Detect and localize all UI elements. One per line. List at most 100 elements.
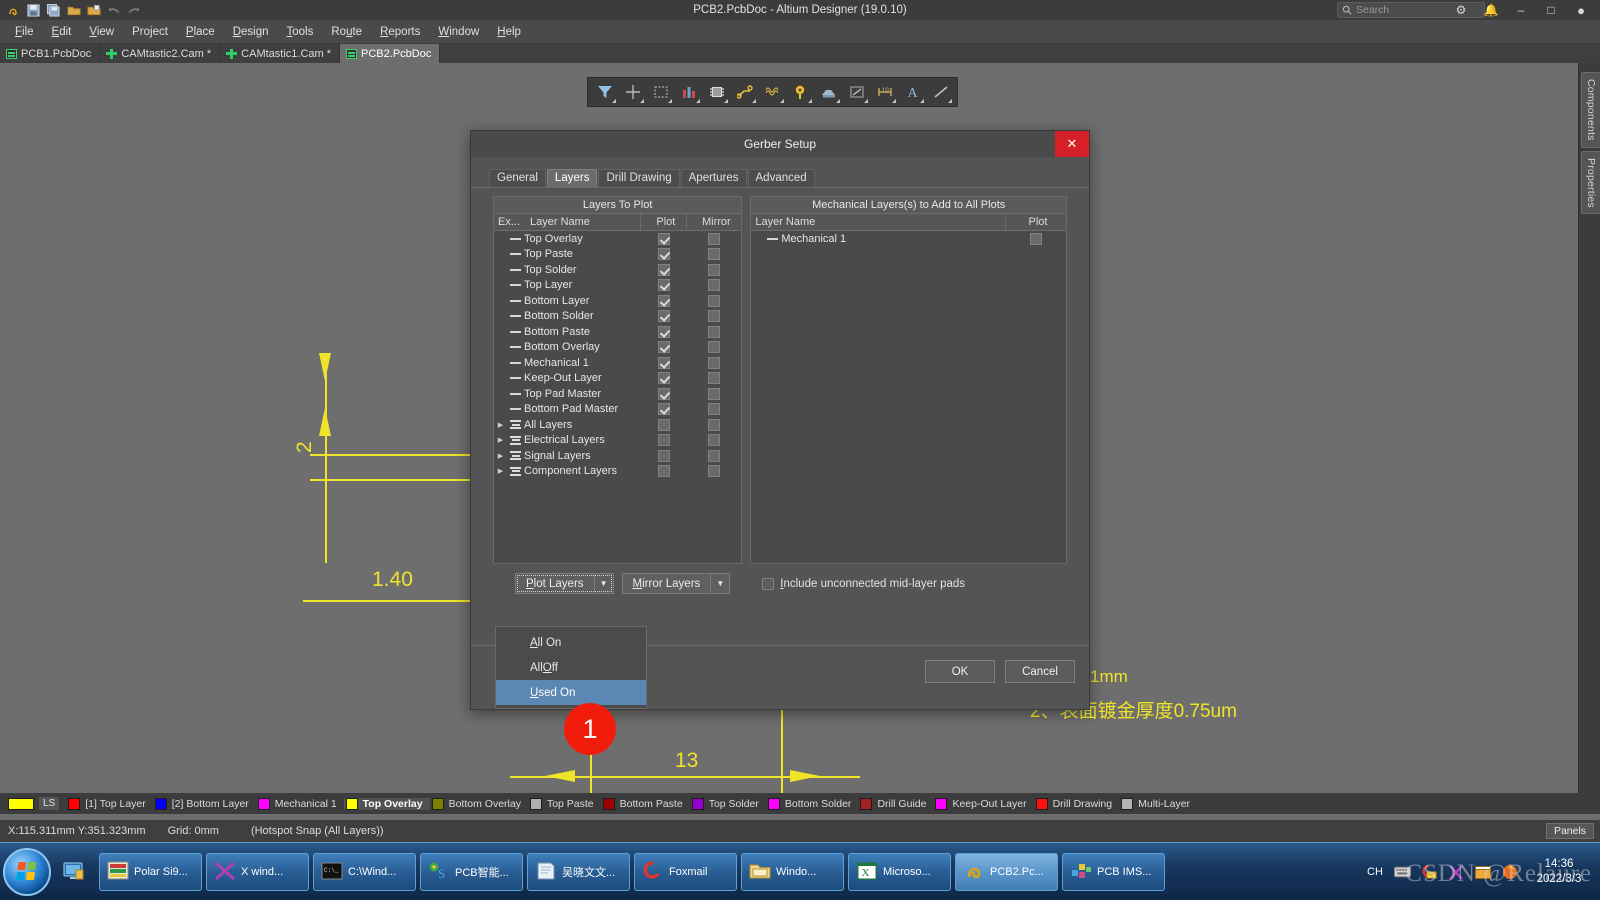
legend-item-8[interactable]: Bottom Solder [766,797,859,810]
show-desktop-icon[interactable] [59,855,89,889]
mirror-checkbox[interactable] [687,263,741,276]
polygon-pour-icon[interactable] [815,79,842,105]
menu-item-reports[interactable]: Reports [371,24,429,40]
dropdown-item-used-on[interactable]: Used On [496,680,646,705]
plot-checkbox[interactable] [641,325,687,338]
document-tab-3[interactable]: PCB2.PcbDoc [340,44,441,63]
mirror-checkbox[interactable] [687,310,741,323]
plot-checkbox[interactable] [641,387,687,400]
open-icon[interactable] [65,2,82,18]
legend-item-10[interactable]: Keep-Out Layer [933,797,1033,810]
legend-item-0[interactable]: [1] Top Layer [66,797,153,810]
taskbar-clock[interactable]: 14:36 2022/3/3 [1528,857,1590,887]
legend-layer-set[interactable]: LS [6,797,66,810]
chevron-down-icon[interactable]: ▼ [593,574,613,593]
component-icon[interactable] [703,79,730,105]
mirror-checkbox[interactable] [687,325,741,338]
dialog-tab-apertures[interactable]: Apertures [680,169,747,187]
menu-item-help[interactable]: Help [488,24,530,40]
table-row[interactable]: Bottom Layer [494,293,741,309]
legend-item-6[interactable]: Bottom Paste [601,797,690,810]
mirror-layers-button[interactable]: Mirror Layers ▼ [621,573,731,594]
table-row[interactable]: Top Solder [494,262,741,278]
plot-checkbox[interactable] [641,248,687,261]
plot-checkbox[interactable] [641,279,687,292]
table-row[interactable]: Keep-Out Layer [494,371,741,387]
plot-checkbox[interactable] [641,449,687,462]
taskbar-button-0[interactable]: Polar Si9... [99,852,202,891]
windows-start-icon[interactable] [3,847,51,896]
filter-icon[interactable] [591,79,618,105]
mirror-checkbox[interactable] [687,356,741,369]
table-row[interactable]: ▶ Component Layers [494,464,741,480]
mirror-checkbox[interactable] [687,279,741,292]
legend-item-3[interactable]: Top Overlay [343,797,430,810]
plot-checkbox[interactable] [641,418,687,431]
dropdown-item-all-on[interactable]: All On [496,630,646,655]
plot-checkbox[interactable] [641,341,687,354]
via-icon[interactable] [787,79,814,105]
redo-icon[interactable] [125,2,142,18]
line-box-icon[interactable] [843,79,870,105]
mirror-checkbox[interactable] [687,232,741,245]
mirror-checkbox[interactable] [687,465,741,478]
taskbar-button-1[interactable]: X wind... [206,852,309,891]
document-tab-2[interactable]: CAMtastic1.Cam * [220,44,341,63]
differential-pair-icon[interactable] [759,79,786,105]
plot-checkbox[interactable] [641,434,687,447]
plot-checkbox[interactable] [641,310,687,323]
table-row[interactable]: Bottom Solder [494,309,741,325]
taskbar-button-6[interactable]: Windo... [741,852,844,891]
menu-item-design[interactable]: Design [224,24,278,40]
foxmail-tray-icon[interactable] [1420,863,1438,881]
taskbar-button-3[interactable]: S PCB智能... [420,852,523,891]
ok-button[interactable]: OK [925,660,995,683]
taskbar-button-5[interactable]: Foxmail [634,852,737,891]
table-row[interactable]: Bottom Overlay [494,340,741,356]
bell-icon[interactable]: 🔔 [1476,0,1506,20]
menu-item-edit[interactable]: Edit [43,24,81,40]
table-row[interactable]: Top Layer [494,278,741,294]
x-tray-icon[interactable] [1447,863,1465,881]
close-icon[interactable]: ✕ [1055,131,1089,157]
column-header-ex[interactable]: Ex... [494,214,526,230]
mirror-checkbox[interactable] [687,449,741,462]
mirror-checkbox[interactable] [687,403,741,416]
gear-icon[interactable]: ⚙ [1446,0,1476,20]
panel-tab-components[interactable]: Components [1581,72,1600,148]
legend-item-9[interactable]: Drill Guide [858,797,933,810]
minimize-button[interactable]: – [1506,0,1536,20]
window-tray-icon[interactable] [1474,863,1492,881]
taskbar-button-8[interactable]: PCB2.Pc... [955,852,1058,891]
table-row[interactable]: ▶ All Layers [494,417,741,433]
table-row[interactable]: Mechanical 1 [751,231,1066,247]
save-all-icon[interactable] [45,2,62,18]
expand-arrow-icon[interactable]: ▶ [494,467,507,475]
column-header-layer-name[interactable]: Layer Name [526,214,642,230]
legend-item-11[interactable]: Drill Drawing [1034,797,1120,810]
legend-item-2[interactable]: Mechanical 1 [256,797,344,810]
crosshair-icon[interactable] [619,79,646,105]
document-tab-0[interactable]: PCB1.PcbDoc [0,44,101,63]
include-unconnected-checkbox[interactable] [762,577,775,590]
open-project-icon[interactable] [85,2,102,18]
column-header-plot[interactable]: Plot [641,214,688,230]
menu-item-view[interactable]: View [80,24,123,40]
select-area-icon[interactable] [647,79,674,105]
column-header-mirror[interactable]: Mirror [687,214,741,230]
save-icon[interactable] [25,2,42,18]
taskbar-button-2[interactable]: C:\_ C:\Wind... [313,852,416,891]
undo-icon[interactable] [105,2,122,18]
plot-checkbox[interactable] [641,356,687,369]
line-icon[interactable] [927,79,954,105]
text-icon[interactable]: A [899,79,926,105]
taskbar-button-4[interactable]: 吴晓文文... [527,852,630,891]
dimension-icon[interactable]: 10 [871,79,898,105]
menu-item-project[interactable]: Project [123,24,177,40]
menu-item-file[interactable]: File [6,24,43,40]
table-row[interactable]: Top Paste [494,247,741,263]
expand-arrow-icon[interactable]: ▶ [494,436,507,444]
mirror-checkbox[interactable] [687,294,741,307]
table-row[interactable]: Bottom Pad Master [494,402,741,418]
expand-arrow-icon[interactable]: ▶ [494,421,507,429]
